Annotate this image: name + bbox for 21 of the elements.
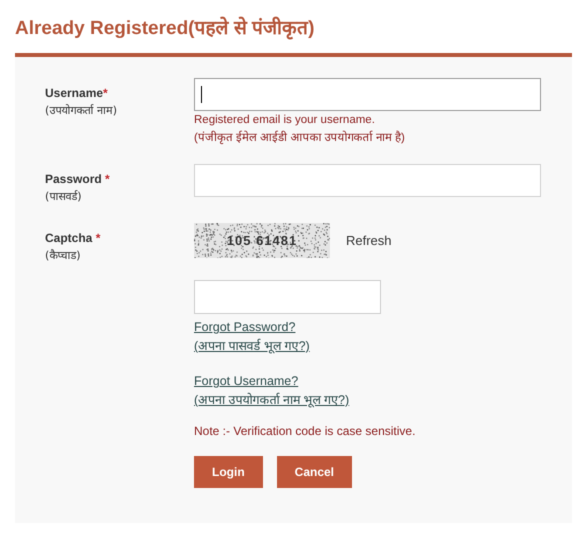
note-text: Note :- Verification code is case sensitive.: [194, 424, 416, 438]
cancel-button[interactable]: Cancel: [276, 456, 352, 488]
forgot-link[interactable]: (अपना उपयोगकर्ता नाम भूल गए?): [194, 391, 350, 410]
page-heading: Already Registered(पहले से पंजीकृत): [15, 16, 316, 40]
forgot-link[interactable]: (अपना पासवर्ड भूल गए?): [194, 337, 310, 356]
field-sublabel: (पासवर्ड): [45, 189, 83, 203]
field-label: Password *: [45, 172, 111, 186]
field-sublabel: (कैप्चाड): [45, 248, 82, 262]
login-button[interactable]: Login: [194, 456, 263, 488]
field-sublabel: (उपयोगकर्ता नाम): [45, 103, 118, 117]
input-field[interactable]: [194, 78, 541, 111]
input-field[interactable]: [194, 164, 541, 197]
hint-text: Registered email is your username.: [194, 114, 376, 126]
forgot-link[interactable]: Forgot Password?: [194, 318, 296, 337]
hint-text: (पंजीकृत ईमेल आईडी आपका उपयोगकर्ता नाम है): [194, 130, 406, 144]
field-label: Captcha *: [45, 231, 102, 245]
field-label: Username*: [45, 86, 109, 100]
forgot-link[interactable]: Forgot Username?: [194, 372, 298, 391]
captcha-code: 105 61481: [226, 233, 298, 248]
captcha-input-field[interactable]: [194, 280, 381, 314]
refresh-link[interactable]: Refresh: [346, 233, 392, 248]
